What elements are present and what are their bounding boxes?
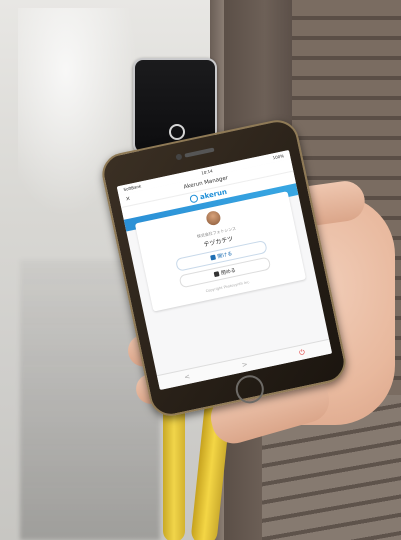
open-button-label: 開ける — [216, 251, 233, 261]
close-button-label: 閉める — [220, 267, 237, 277]
akerun-brand-icon — [189, 193, 199, 204]
akerun-logo-icon — [169, 124, 185, 140]
lock-icon — [213, 271, 220, 278]
power-icon[interactable]: ⏻ — [298, 348, 305, 358]
back-icon[interactable]: < — [184, 373, 191, 382]
avatar — [205, 209, 222, 227]
forward-icon[interactable]: > — [241, 360, 248, 369]
close-icon[interactable]: × — [125, 195, 131, 203]
unlock-icon — [210, 254, 217, 261]
photo-scene: SoftBank 10:14 100% × Akerun Manager ake… — [0, 0, 401, 540]
